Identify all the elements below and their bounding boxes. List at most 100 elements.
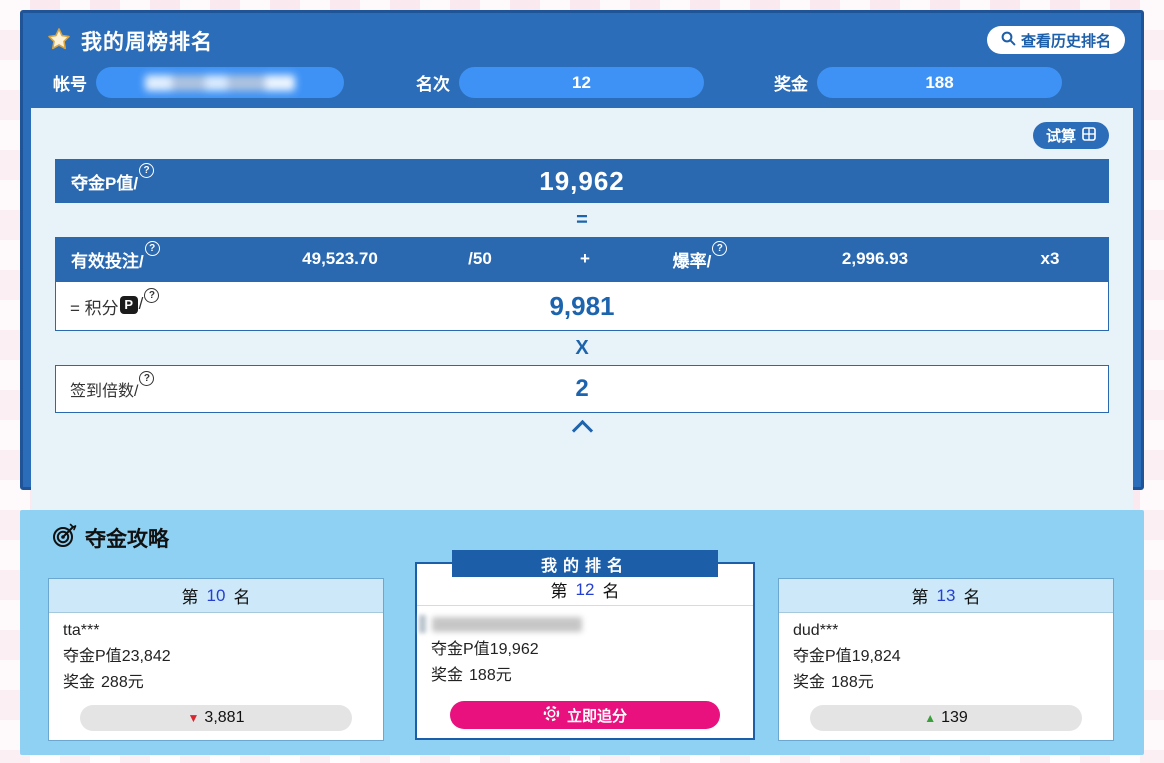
search-icon xyxy=(1001,31,1016,50)
prize-label: 奖金 xyxy=(793,674,825,691)
signin-label: 签到倍数/ ? xyxy=(70,377,154,401)
prize-line: 奖金 188元 xyxy=(431,663,739,689)
rank-number: 12 xyxy=(576,580,595,600)
username: tta*** xyxy=(63,618,369,644)
star-icon xyxy=(47,27,71,56)
points-gap-badge: ▼ 3,881 xyxy=(80,705,352,731)
points-gap-value: 3,881 xyxy=(204,709,244,727)
help-icon[interactable]: ? xyxy=(145,241,160,256)
calc-row: 试算 xyxy=(55,122,1109,149)
signin-value: 2 xyxy=(56,375,1108,403)
prize-value: 188元 xyxy=(831,674,874,691)
ranking-panel-header: 我的周榜排名 查看历史排名 帐号 名次 12 奖金 188 xyxy=(31,13,1133,108)
bet-label-text: 有效投注/ xyxy=(71,247,144,272)
signin-label-text: 签到倍数/ xyxy=(70,377,138,401)
points-gap-value: 139 xyxy=(941,709,968,727)
username-blur-bar xyxy=(432,617,582,632)
bet-divisor: /50 xyxy=(425,249,535,269)
chase-points-button[interactable]: 立即追分 xyxy=(450,701,720,729)
card-body: tta*** 夺金P值23,842 奖金 288元 xyxy=(49,613,383,705)
blur-artifact xyxy=(419,615,426,633)
help-icon[interactable]: ? xyxy=(139,371,154,386)
account-label: 帐号 xyxy=(53,70,87,95)
chevron-up-icon xyxy=(571,420,592,441)
card-rank-header: 第 10 名 xyxy=(49,579,383,613)
triangle-down-icon: ▼ xyxy=(188,711,200,725)
prize-label: 奖金 xyxy=(431,667,463,684)
calc-button-label: 试算 xyxy=(1046,125,1076,146)
rank-value-pill: 12 xyxy=(459,67,704,98)
card-body: dud*** 夺金P值19,824 奖金 188元 xyxy=(779,613,1113,705)
rank-number: 10 xyxy=(207,586,226,606)
prize-label: 奖金 xyxy=(63,674,95,691)
burst-label: 爆率/ ? xyxy=(635,247,765,272)
username-blurred xyxy=(431,611,739,637)
p-value-line: 夺金P值19,824 xyxy=(793,644,1099,670)
collapse-chevron-up-icon[interactable] xyxy=(55,423,1109,438)
rank-suffix: 名 xyxy=(233,583,250,608)
prize-value: 188元 xyxy=(469,667,512,684)
equals-operator: = xyxy=(55,203,1109,237)
help-icon[interactable]: ? xyxy=(144,288,159,303)
trial-calc-button[interactable]: 试算 xyxy=(1033,122,1109,149)
points-label: = 积分 P / ? xyxy=(70,294,159,319)
weekly-ranking-panel: 我的周榜排名 查看历史排名 帐号 名次 12 奖金 188 试算 xyxy=(20,10,1144,490)
account-value-blurred xyxy=(145,75,295,91)
history-button-label: 查看历史排名 xyxy=(1021,30,1111,51)
card-body: 夺金P值19,962 奖金 188元 xyxy=(417,606,753,701)
p-value-line: 夺金P值23,842 xyxy=(63,644,369,670)
prize-line: 奖金 288元 xyxy=(63,670,369,696)
page-title: 我的周榜排名 xyxy=(81,26,213,56)
burst-label-text: 爆率/ xyxy=(673,247,712,272)
rank-label: 名次 xyxy=(416,70,450,95)
rank-suffix: 名 xyxy=(602,577,619,602)
times-operator: X xyxy=(55,331,1109,365)
p-value-label: 夺金P值 xyxy=(63,648,122,665)
calculator-icon xyxy=(1082,127,1096,145)
my-rank-tab: 我的排名 xyxy=(452,550,718,577)
card-rank-header: 第 13 名 xyxy=(779,579,1113,613)
prize-value-pill: 188 xyxy=(817,67,1062,98)
rank-prefix: 第 xyxy=(551,577,568,602)
bet-value: 49,523.70 xyxy=(255,249,425,269)
p-value-label: 夺金P值/ ? xyxy=(71,169,154,194)
points-row: = 积分 P / ? 9,981 xyxy=(55,281,1109,331)
prize-label: 奖金 xyxy=(774,70,808,95)
help-icon[interactable]: ? xyxy=(712,241,727,256)
account-value-pill xyxy=(96,67,344,98)
p-value: 19,962 xyxy=(55,166,1109,197)
p-value-line: 夺金P值19,962 xyxy=(431,637,739,663)
rank-prefix: 第 xyxy=(182,583,199,608)
points-label-text: = 积分 xyxy=(70,294,119,319)
p-badge-icon: P xyxy=(120,296,138,314)
rank-number: 13 xyxy=(937,586,956,606)
chase-points-label: 立即追分 xyxy=(567,705,627,726)
p-value-label: 夺金P值 xyxy=(793,648,852,665)
ranking-title-row: 我的周榜排名 xyxy=(47,26,1117,56)
burst-value: 2,996.93 xyxy=(765,249,985,269)
p-value: 19,962 xyxy=(490,641,539,658)
p-value: 19,824 xyxy=(852,648,901,665)
plus-operator: + xyxy=(535,249,635,269)
help-icon[interactable]: ? xyxy=(139,163,154,178)
account-row: 帐号 名次 12 奖金 188 xyxy=(47,67,1117,98)
view-history-ranking-button[interactable]: 查看历史排名 xyxy=(987,26,1125,54)
username: dud*** xyxy=(793,618,1099,644)
p-value-label: 夺金P值 xyxy=(431,641,490,658)
strategy-title: 夺金攻略 xyxy=(85,523,169,553)
formula-content-area: 试算 夺金P值/ ? 19,962 = 有效投注/ ? 49,523.70 /5… xyxy=(31,108,1133,515)
bet-label: 有效投注/ ? xyxy=(55,247,255,272)
rank-card-13: 第 13 名 dud*** 夺金P值19,824 奖金188元 ▲ 139 xyxy=(778,578,1114,741)
p-value-label-text: 夺金P值/ xyxy=(71,169,138,194)
burst-multiplier: x3 xyxy=(985,249,1115,269)
p-value-bar: 夺金P值/ ? 19,962 xyxy=(55,159,1109,203)
rank-prefix: 第 xyxy=(912,583,929,608)
rank-card-10: 第 10 名 tta*** 夺金P值23,842 奖金 288元 ▼ 3,881 xyxy=(48,578,384,741)
prize-value: 288元 xyxy=(101,674,144,691)
p-value: 23,842 xyxy=(122,648,171,665)
bet-burst-bar: 有效投注/ ? 49,523.70 /50 + 爆率/ ? 2,996.93 x… xyxy=(55,237,1109,281)
strategy-title-row: 夺金攻略 xyxy=(52,522,169,554)
rank-suffix: 名 xyxy=(963,583,980,608)
prize-line: 奖金 188元 xyxy=(793,670,1099,696)
strategy-panel: 夺金攻略 我的排名 第 10 名 tta*** 夺金P值23,842 奖金288… xyxy=(20,510,1144,755)
